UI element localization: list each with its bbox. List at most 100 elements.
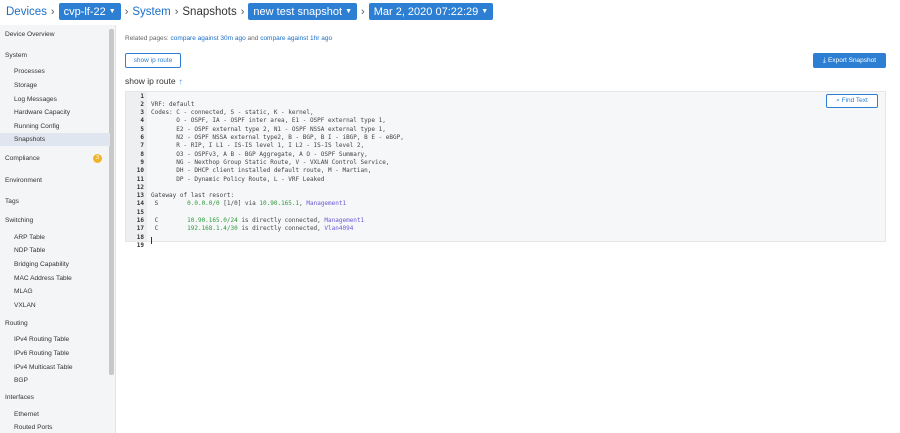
code-line-text: O - OSPF, IA - OSPF inter area, E1 - OSP… [151, 117, 386, 125]
text-cursor [151, 237, 152, 244]
related-pages: Related pages: compare against 30m ago a… [125, 35, 332, 42]
code-text: [1/0] via [219, 200, 260, 208]
show-ip-route-button[interactable]: show ip route [125, 53, 181, 68]
sidebar-item-hardware-capacity[interactable]: Hardware Capacity [14, 106, 109, 119]
sidebar-item-log-messages[interactable]: Log Messages [14, 93, 109, 106]
line-number: 17 [136, 225, 144, 233]
code-text: C [151, 217, 188, 224]
sidebar-item-running-config[interactable]: Running Config [14, 120, 109, 133]
page-title-text: show ip route [125, 76, 176, 86]
code-line-text: C 10.90.165.0/24 is directly connected, … [151, 217, 365, 225]
sidebar-section-interfaces[interactable]: Interfaces [5, 391, 109, 404]
sidebar-item-ipv6-routing-table[interactable]: IPv6 Routing Table [14, 347, 109, 360]
line-number: 3 [140, 109, 144, 117]
find-text-button[interactable]: ⌕ Find Text [826, 94, 878, 108]
compare-1hr-link[interactable]: compare against 1hr ago [260, 35, 332, 42]
breadcrumb-system-link[interactable]: System [132, 6, 170, 18]
export-snapshot-button[interactable]: ⤓ Export Snapshot [813, 53, 886, 68]
sidebar-item-mlag[interactable]: MLAG [14, 285, 109, 298]
sidebar-item-ndp-table[interactable]: NDP Table [14, 244, 109, 257]
breadcrumb-separator: › [50, 5, 55, 18]
line-number: 13 [136, 192, 144, 200]
sidebar-scrollbar[interactable] [109, 29, 114, 375]
breadcrumb-separator: › [240, 5, 245, 18]
route-prefix: 192.168.1.4/30 [187, 225, 238, 233]
download-icon: ⤓ [822, 57, 827, 64]
sidebar-item-device-overview[interactable]: Device Overview [5, 28, 109, 41]
related-pages-and: and [247, 35, 259, 42]
code-text: is directly connected, [237, 225, 325, 233]
sidebar-section-environment[interactable]: Environment [5, 174, 109, 187]
interface-name: Vlan4094 [324, 225, 354, 233]
related-pages-label: Related pages: [125, 35, 169, 42]
sidebar-item-ethernet[interactable]: Ethernet [14, 408, 109, 421]
arrow-up-icon[interactable]: ↑ [179, 77, 183, 86]
sidebar-item-storage[interactable]: Storage [14, 79, 109, 92]
line-number: 19 [136, 241, 144, 249]
route-prefix: 10.90.165.1 [259, 200, 300, 208]
compliance-count-badge: 3 [93, 154, 102, 163]
line-number: 7 [140, 142, 144, 150]
sidebar-section-compliance-label: Compliance [5, 155, 40, 162]
interface-name: Management1 [324, 217, 365, 224]
sidebar-item-vxlan[interactable]: VXLAN [14, 299, 109, 312]
sidebar-item-bridging-capability[interactable]: Bridging Capability [14, 258, 109, 271]
compare-30m-link[interactable]: compare against 30m ago [171, 35, 246, 42]
sidebar-item-routed-ports[interactable]: Routed Ports [14, 421, 109, 433]
line-number: 10 [136, 167, 144, 175]
interface-name: Management1 [306, 200, 347, 208]
sidebar-item-arp-table[interactable]: ARP Table [14, 231, 109, 244]
code-line-text: Codes: C - connected, S - static, K - ke… [151, 109, 314, 117]
sidebar-item-ipv4-multicast-table[interactable]: IPv4 Multicast Table [14, 361, 109, 374]
route-prefix: 10.90.165.0/24 [187, 217, 238, 224]
sidebar-section-compliance[interactable]: Compliance 3 [5, 152, 109, 165]
breadcrumb-separator: › [174, 5, 179, 18]
sidebar-section-routing[interactable]: Routing [5, 317, 109, 330]
breadcrumb: Devices › cvp-lf-22 ▼ › System › Snapshot… [0, 0, 900, 23]
line-number: 6 [140, 134, 144, 141]
line-number: 8 [140, 150, 144, 158]
snapshot-selector[interactable]: new test snapshot ▼ [248, 3, 358, 20]
code-line-text: S 0.0.0.0/0 [1/0] via 10.90.165.1, Manag… [151, 200, 347, 208]
device-selector[interactable]: cvp-lf-22 ▼ [58, 3, 121, 20]
line-number: 15 [136, 208, 144, 216]
breadcrumb-separator: › [361, 5, 365, 18]
line-number: 14 [136, 200, 144, 208]
chevron-down-icon: ▼ [345, 8, 353, 15]
sidebar-item-ipv4-routing-table[interactable]: IPv4 Routing Table [14, 333, 109, 346]
page-title: show ip route ↑ [125, 76, 183, 86]
code-line-text: C 192.168.1.4/30 is directly connected, … [151, 225, 354, 233]
line-number: 1 [140, 92, 144, 100]
line-number: 11 [136, 175, 144, 183]
export-snapshot-label: Export Snapshot [828, 57, 877, 64]
code-line-text: Gateway of last resort: [151, 192, 235, 200]
search-icon: ⌕ [836, 97, 840, 104]
sidebar-section-tags[interactable]: Tags [5, 195, 109, 208]
chevron-down-icon: ▼ [481, 8, 489, 15]
breadcrumb-separator: › [124, 5, 129, 18]
sidebar-section-switching[interactable]: Switching [5, 214, 109, 227]
route-prefix: 0.0.0.0/0 [187, 200, 220, 208]
line-number: 9 [140, 158, 144, 166]
code-line-text: R - RIP, I L1 - IS-IS level 1, I L2 - IS… [151, 142, 365, 150]
timestamp-selector-label: Mar 2, 2020 07:22:29 [373, 5, 479, 18]
sidebar-item-bgp[interactable]: BGP [14, 374, 109, 387]
sidebar: Device Overview System Processes Storage… [0, 25, 116, 433]
line-number: 4 [140, 117, 144, 125]
timestamp-selector[interactable]: Mar 2, 2020 07:22:29 ▼ [368, 3, 494, 20]
sidebar-item-snapshots[interactable]: Snapshots [0, 133, 110, 146]
code-line-text: E2 - OSPF external type 2, N1 - OSPF NSS… [151, 125, 386, 133]
device-selector-label: cvp-lf-22 [63, 5, 106, 18]
sidebar-section-system[interactable]: System [5, 49, 109, 62]
command-output-viewer[interactable]: 1 2 VRF: default 3 Codes: C - connected, S -… [125, 91, 886, 249]
chevron-down-icon: ▼ [108, 8, 116, 15]
breadcrumb-devices-link[interactable]: Devices [6, 6, 47, 18]
code-line-text: DH - DHCP client installed default route… [151, 167, 372, 175]
sidebar-item-processes[interactable]: Processes [14, 65, 109, 78]
code-line-text: O3 - OSPFv3, A B - BGP Aggregate, A O - … [151, 150, 368, 158]
find-text-label: Find Text [841, 97, 868, 104]
line-number: 18 [136, 233, 144, 241]
code-line-text: VRF: default [151, 100, 195, 108]
code-text: is directly connected, [237, 217, 325, 224]
sidebar-item-mac-address-table[interactable]: MAC Address Table [14, 272, 109, 285]
